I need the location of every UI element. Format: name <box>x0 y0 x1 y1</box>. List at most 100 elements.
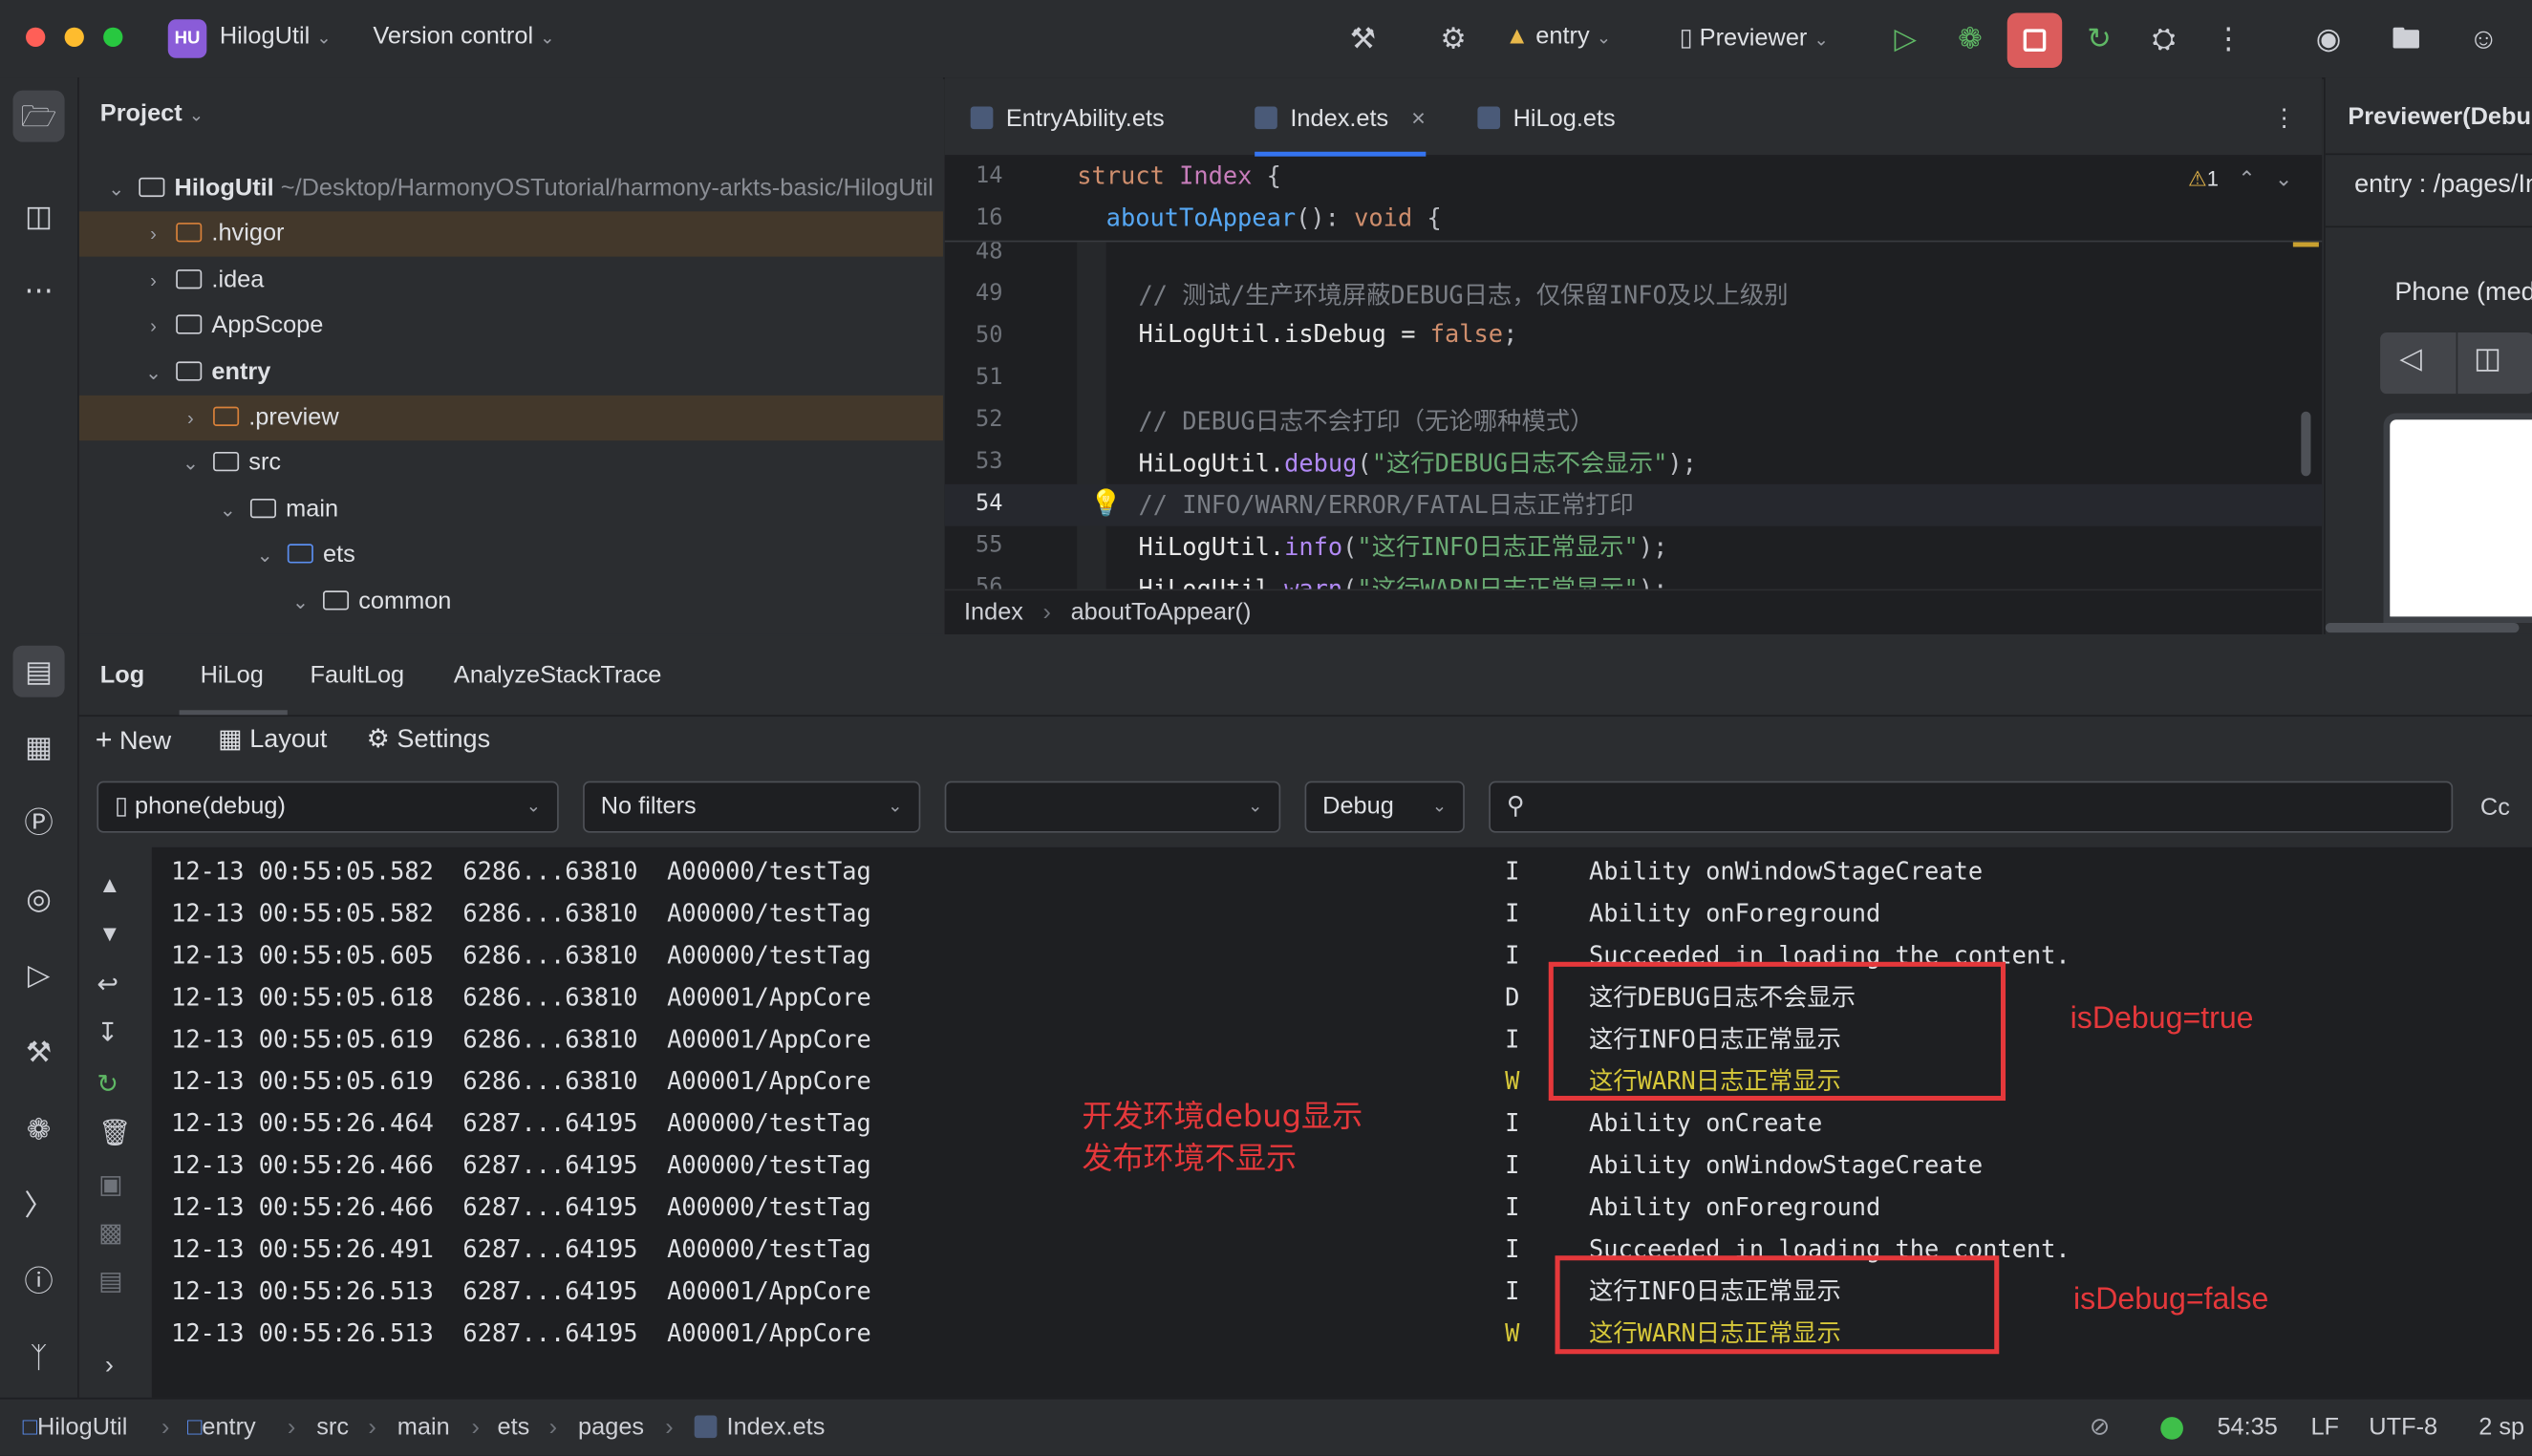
rerun-icon[interactable]: ↻ <box>2080 19 2119 58</box>
restart-icon[interactable]: ↻ <box>97 1068 118 1101</box>
status-crumb[interactable]: main <box>397 1400 450 1456</box>
rotate-device-icon[interactable]: ◫ <box>2474 342 2501 375</box>
chevron-down-icon[interactable]: ⌄ <box>2275 166 2292 190</box>
tree-root[interactable]: ⌄ HilogUtil ~/Desktop/HarmonyOSTutorial/h… <box>79 166 943 211</box>
tree-item-entry[interactable]: ⌄ entry <box>79 351 943 396</box>
code-view[interactable]: 48 49 50 51 52 53 54 55 56 💡 // 测试/生产环境屏… <box>944 242 2323 589</box>
tab-hilog[interactable]: HiLog.ets <box>1477 77 1616 155</box>
tree-item-preview[interactable]: › .preview <box>78 395 943 441</box>
indent-setting[interactable]: 2 sp <box>2478 1400 2524 1456</box>
close-icon[interactable]: × <box>1411 105 1426 133</box>
status-crumb[interactable]: □entry <box>187 1400 256 1456</box>
breadcrumb-item[interactable]: Index <box>964 599 1023 627</box>
record-icon[interactable]: ▩ <box>98 1217 123 1250</box>
hammer-icon[interactable]: ⚒ <box>1343 19 1383 58</box>
status-crumb[interactable]: src <box>316 1400 349 1456</box>
line-separator[interactable]: LF <box>2310 1400 2339 1456</box>
log-search-field[interactable]: ⚲ <box>1489 781 2454 833</box>
soft-wrap-icon[interactable]: ↩ <box>97 969 118 1001</box>
status-dot-icon[interactable] <box>2160 1417 2183 1440</box>
no-preview-icon[interactable]: ⊘ <box>2090 1400 2110 1456</box>
expand-icon[interactable]: › <box>105 1353 114 1381</box>
device-profile[interactable]: Phone (medium) <box>2394 279 2532 308</box>
debug-icon[interactable]: ❁ <box>1951 19 1990 58</box>
scroll-up-icon[interactable]: ▲ <box>98 871 120 897</box>
camera-icon[interactable]: ▣ <box>98 1168 123 1201</box>
terminal-icon[interactable]: 〉 <box>13 1180 65 1231</box>
project-view-select[interactable]: Project ⌄ <box>100 100 204 128</box>
status-crumb[interactable]: Index.ets <box>694 1400 825 1456</box>
more-vertical-icon[interactable]: ⋮ <box>2272 77 2296 155</box>
tree-item-hvigor[interactable]: › .hvigor <box>78 211 943 257</box>
breadcrumb-item[interactable]: aboutToAppear() <box>1071 599 1252 627</box>
editor-scrollbar[interactable] <box>2301 411 2311 477</box>
tree-item-common[interactable]: ⌄ common <box>79 579 943 624</box>
version-control-menu[interactable]: Version control ⌄ <box>373 23 554 51</box>
chevron-up-icon[interactable]: ⌃ <box>2238 166 2255 190</box>
log-output[interactable]: 12-13 00:55:05.582 6286...63810 A00000/t… <box>151 846 2532 1398</box>
tab-faultlog[interactable]: FaultLog <box>310 662 404 690</box>
log-icon[interactable]: ▤ <box>12 645 65 697</box>
layout-button[interactable]: ▦ Layout <box>218 723 327 756</box>
git-branch-icon[interactable]: ᛉ <box>13 1332 65 1383</box>
more-vertical-icon[interactable]: ⋮ <box>2209 19 2248 58</box>
close-window-button[interactable] <box>26 27 46 47</box>
more-tools-icon[interactable]: ⋯ <box>13 265 65 316</box>
eye-icon[interactable]: ◎ <box>13 873 65 925</box>
device-dropdown[interactable]: ▯ phone(debug) ⌄ <box>97 781 559 833</box>
structure-icon[interactable]: ◫ <box>13 190 65 242</box>
debug-bug-icon[interactable]: ❁ <box>13 1103 65 1155</box>
tab-entryability[interactable]: EntryAbility.ets <box>970 77 1165 155</box>
settings-button[interactable]: ⚙ Settings <box>367 723 490 756</box>
status-crumb[interactable]: ets <box>498 1400 530 1456</box>
build-hammer-icon[interactable]: ⚒ <box>13 1026 65 1078</box>
project-switcher[interactable]: HilogUtil ⌄ <box>220 23 332 51</box>
tab-index[interactable]: Index.ets × <box>1255 77 1426 157</box>
run-config-select[interactable]: ▲ entry ⌄ <box>1505 23 1611 51</box>
bug-sweep-icon[interactable]: ⚙ <box>1434 19 1473 58</box>
file-encoding[interactable]: UTF-8 <box>2369 1400 2437 1456</box>
match-case-button[interactable]: Cc <box>2480 794 2510 822</box>
profiler-icon[interactable]: Ⓟ <box>13 797 65 848</box>
back-triangle-icon[interactable]: ◁ <box>2399 342 2421 375</box>
trash-icon[interactable]: 🗑 <box>98 1117 131 1149</box>
status-crumb[interactable]: □HilogUtil <box>23 1400 128 1456</box>
ai-assistant-icon[interactable]: ◉ <box>2309 19 2349 58</box>
tree-item-idea[interactable]: › .idea <box>79 258 943 303</box>
lightbulb-icon[interactable]: 💡 <box>1090 487 1123 520</box>
account-icon[interactable]: ☺ <box>2464 19 2503 58</box>
save-icon[interactable]: ▤ <box>98 1265 123 1297</box>
stop-button[interactable] <box>2006 12 2063 68</box>
warning-stripe[interactable] <box>2292 242 2319 247</box>
tree-item-main[interactable]: ⌄ main <box>79 487 943 532</box>
services-icon[interactable]: ▷ <box>13 949 65 1000</box>
process-dropdown[interactable]: ⌄ <box>944 781 1281 833</box>
new-button[interactable]: + New <box>96 723 171 757</box>
page-select[interactable]: entry : /pages/Index <box>2354 171 2532 200</box>
tab-hilog[interactable]: HiLog <box>201 662 264 690</box>
level-dropdown[interactable]: Debug ⌄ <box>1304 781 1465 833</box>
device-screen[interactable] <box>2383 413 2532 624</box>
inspection-widget[interactable]: ⚠1 ⌃ ⌄ <box>2188 166 2292 192</box>
tab-analyzestacktrace[interactable]: AnalyzeStackTrace <box>454 662 661 690</box>
cursor-position[interactable]: 54:35 <box>2217 1400 2277 1456</box>
tree-item-ets[interactable]: ⌄ ets <box>79 532 943 577</box>
previewer-scrollbar[interactable] <box>2325 623 2520 633</box>
tree-item-src[interactable]: ⌄ src <box>79 440 943 485</box>
minimize-window-button[interactable] <box>64 27 84 47</box>
chevron-right-icon: › <box>150 223 157 246</box>
folder-icon[interactable]: 🖿 <box>2387 19 2426 58</box>
scroll-to-end-icon[interactable]: ↧ <box>97 1017 118 1049</box>
scroll-down-icon[interactable]: ▼ <box>98 920 120 946</box>
layout-inspector-icon[interactable]: ▦ <box>13 721 65 773</box>
project-folder-icon[interactable]: 🗁 <box>12 90 65 142</box>
zoom-window-button[interactable] <box>103 27 123 47</box>
device-select[interactable]: ▯ Previewer ⌄ <box>1680 23 1829 52</box>
problems-icon[interactable]: ⓘ <box>13 1255 65 1307</box>
attach-debugger-icon[interactable]: ⛭ <box>2144 19 2183 58</box>
tree-item-appscope[interactable]: › AppScope <box>79 304 943 349</box>
status-crumb[interactable]: pages <box>578 1400 644 1456</box>
tab-log[interactable]: Log <box>100 662 144 690</box>
filter-dropdown[interactable]: No filters ⌄ <box>583 781 921 833</box>
run-icon[interactable]: ▷ <box>1886 19 1925 58</box>
